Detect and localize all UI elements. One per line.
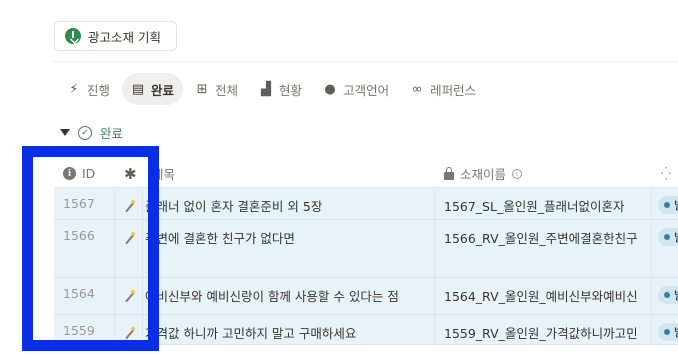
magic-wand-icon (125, 201, 135, 213)
tab-all[interactable]: ⊞ 전체 (186, 73, 247, 105)
cell-id: 1567 (54, 188, 115, 219)
cell-status: 발 (652, 220, 678, 277)
column-label: ID (82, 166, 96, 181)
tab-completed[interactable]: ▤ 완료 (122, 73, 184, 105)
cell-id: 1559 (54, 315, 115, 344)
tab-customer-language[interactable]: ● 고객언어 (314, 73, 398, 105)
status-badge: 발 (658, 196, 678, 214)
plan-button-label: 광고소재 기획 (88, 29, 161, 45)
cell-id: 1564 (54, 278, 115, 314)
cell-emoji (115, 315, 143, 344)
check-circle-icon: ✓ (78, 125, 92, 140)
cell-title[interactable]: 가격값 하니까 고민하지 말고 구매하세요 (143, 315, 435, 344)
binoculars-icon: ∞ (411, 81, 423, 97)
cell-status: 발 (652, 278, 678, 314)
table-row[interactable]: 1564 예비신부와 예비신랑이 함께 사용할 수 있다는 점 1564_RV_… (54, 278, 678, 315)
cell-title[interactable]: 주변에 결혼한 친구가 없다면 (143, 220, 435, 277)
column-label: 소재이름 (460, 167, 507, 182)
download-circle-icon (65, 28, 81, 44)
magic-wand-icon (125, 291, 135, 303)
divider (54, 61, 678, 62)
tab-label: 전체 (215, 82, 239, 98)
column-header-emoji[interactable]: ✱ (115, 160, 143, 187)
chart-icon: ▟ (261, 81, 272, 97)
tab-label: 현황 (279, 82, 303, 98)
column-header-title[interactable]: 제목 (143, 160, 435, 187)
group-header-completed[interactable]: ✓ 완료 (60, 123, 123, 142)
status-text: 발 (674, 197, 678, 213)
data-table: i ID ✱ 제목 소재이름 i ⁛ 1567 플래너 없이 혼자 결혼준비 외… (54, 160, 678, 345)
caret-down-icon[interactable] (60, 129, 70, 136)
status-dot-icon (664, 202, 670, 208)
group-label: 완료 (100, 126, 124, 141)
status-text: 발 (674, 229, 678, 245)
cell-title[interactable]: 플래너 없이 혼자 결혼준비 외 5장 (143, 188, 435, 219)
lock-icon (444, 166, 454, 180)
status-text: 발 (674, 324, 678, 340)
asterisk-icon: ✱ (124, 164, 137, 183)
plan-ad-creative-button[interactable]: 광고소재 기획 (54, 21, 177, 51)
cell-emoji (115, 188, 143, 219)
tab-label: 완료 (151, 82, 175, 98)
cell-emoji (115, 220, 143, 277)
info-icon: i (512, 168, 523, 179)
cell-creative-name: 1559_RV_올인원_가격값하니까고민 (435, 315, 652, 344)
tab-label: 진행 (87, 82, 111, 98)
status-dot-icon (664, 292, 670, 298)
cell-status: 발 (652, 315, 678, 344)
tab-references[interactable]: ∞ 레퍼런스 (401, 73, 485, 105)
column-header-creative-name[interactable]: 소재이름 i (435, 160, 652, 187)
tab-label: 고객언어 (343, 82, 390, 98)
archive-icon: ▤ (131, 81, 145, 97)
status-badge: 발 (658, 228, 678, 246)
table-row[interactable]: 1567 플래너 없이 혼자 결혼준비 외 5장 1567_SL_올인원_플래너… (54, 188, 678, 220)
status-badge: 발 (658, 323, 678, 341)
cell-creative-name: 1566_RV_올인원_주변에결혼한친구 (435, 220, 652, 277)
table-icon: ⊞ (196, 81, 208, 97)
table-row[interactable]: 1566 주변에 결혼한 친구가 없다면 1566_RV_올인원_주변에결혼한친… (54, 220, 678, 278)
magic-wand-icon (125, 233, 135, 245)
cell-status: 발 (652, 188, 678, 219)
tab-status[interactable]: ▟ 현황 (250, 73, 311, 105)
table-header: i ID ✱ 제목 소재이름 i ⁛ (54, 160, 678, 188)
status-dot-icon (664, 234, 670, 240)
column-label: 제목 (152, 167, 176, 182)
spinner-icon: ⁛ (661, 166, 671, 181)
table-row[interactable]: 1559 가격값 하니까 고민하지 말고 구매하세요 1559_RV_올인원_가… (54, 315, 678, 345)
chat-bubble-icon: ● (324, 81, 336, 97)
cell-creative-name: 1567_SL_올인원_플래너없이혼자 (435, 188, 652, 219)
column-header-id[interactable]: i ID (54, 160, 115, 187)
info-icon: i (63, 167, 76, 180)
status-dot-icon (664, 329, 670, 335)
cell-title[interactable]: 예비신부와 예비신랑이 함께 사용할 수 있다는 점 (143, 278, 435, 314)
tab-in-progress[interactable]: ⚡ 진행 (58, 73, 119, 105)
view-tabs: ⚡ 진행 ▤ 완료 ⊞ 전체 ▟ 현황 ● 고객언어 ∞ 레퍼런스 (58, 73, 488, 105)
lightning-icon: ⚡ (69, 81, 79, 97)
cell-creative-name: 1564_RV_올인원_예비신부와예비신 (435, 278, 652, 314)
cell-id: 1566 (54, 220, 115, 277)
magic-wand-icon (125, 328, 135, 340)
column-header-status[interactable]: ⁛ (652, 160, 678, 187)
cell-emoji (115, 278, 143, 314)
status-text: 발 (674, 287, 678, 303)
status-badge: 발 (658, 286, 678, 304)
tab-label: 레퍼런스 (430, 82, 477, 98)
